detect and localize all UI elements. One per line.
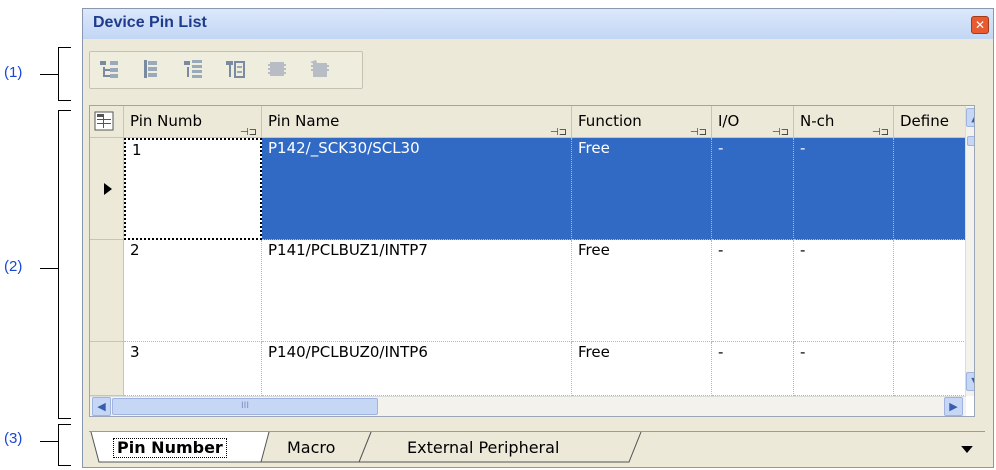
row-header[interactable] <box>90 138 124 240</box>
module-clear-icon <box>308 58 330 80</box>
column-header-function[interactable]: Function ⊣⊐ <box>572 106 712 138</box>
pin-icon[interactable]: ⊣⊐ <box>550 118 567 137</box>
toolbar-button-group <box>89 51 363 89</box>
horizontal-scrollbar[interactable]: ◀ III ▶ <box>90 396 966 416</box>
scroll-down-button[interactable]: ▼ <box>966 372 974 391</box>
callout-1-line <box>40 74 58 75</box>
column-header-label: N-ch <box>800 112 835 130</box>
table-cell-pin-name[interactable]: P142/_SCK30/SCL30 <box>262 138 572 240</box>
table-cell-define[interactable] <box>894 342 966 396</box>
table-cell-io[interactable]: - <box>712 240 794 342</box>
column-header-label: I/O <box>718 112 740 130</box>
table-cell-nch[interactable]: - <box>794 342 894 396</box>
dropdown-arrow-icon[interactable] <box>961 446 973 453</box>
column-header-nch[interactable]: N-ch ⊣⊐ <box>794 106 894 138</box>
horizontal-scroll-thumb[interactable]: III <box>112 398 378 415</box>
table-cell-define[interactable] <box>894 240 966 342</box>
scroll-left-button[interactable]: ◀ <box>92 397 111 416</box>
column-header-label: Function <box>578 112 642 130</box>
row-header[interactable] <box>90 240 124 342</box>
table-cell-pin-number[interactable]: 2 <box>124 240 262 342</box>
pin-icon[interactable]: ⊣⊐ <box>690 118 707 137</box>
row-header[interactable] <box>90 342 124 396</box>
table-cell-function[interactable]: Free <box>572 240 712 342</box>
column-header-label: Define <box>900 112 949 130</box>
table-cell-nch[interactable]: - <box>794 138 894 240</box>
tab-bar: Pin Number Macro External Peripheral <box>89 431 985 464</box>
vertical-scroll-thumb[interactable] <box>967 136 974 146</box>
callout-1-bracket <box>58 47 71 101</box>
callout-3-line <box>40 441 58 442</box>
callout-3-bracket <box>58 424 71 466</box>
callout-3: (3) <box>4 430 23 447</box>
tree-view-icon[interactable] <box>224 58 246 80</box>
table-cell-pin-number[interactable]: 3 <box>124 342 262 396</box>
pin-icon[interactable]: ⊣⊐ <box>772 118 789 137</box>
vertical-scrollbar[interactable]: ▲ ▼ <box>965 106 974 396</box>
column-header-pin-name[interactable]: Pin Name ⊣⊐ <box>262 106 572 138</box>
pin-icon[interactable]: ⊣⊐ <box>240 118 257 137</box>
device-pin-list-window: Device Pin List ✕ Pin Numb ⊣⊐ Pin Name ⊣… <box>82 8 994 468</box>
tab-pin-number[interactable]: Pin Number <box>113 438 227 458</box>
column-header-label: Pin Name <box>268 112 340 130</box>
callout-2-line <box>40 268 58 269</box>
column-header-pin-number[interactable]: Pin Numb ⊣⊐ <box>124 106 262 138</box>
table-cell-pin-number[interactable]: 1 <box>124 138 262 240</box>
column-header-define[interactable]: Define <box>894 106 966 138</box>
module-set-icon <box>266 58 288 80</box>
scroll-up-button[interactable]: ▲ <box>966 108 974 127</box>
close-icon[interactable]: ✕ <box>971 16 989 34</box>
grid-settings-icon <box>94 111 114 131</box>
table-cell-function[interactable]: Free <box>572 342 712 396</box>
table-cell-pin-name[interactable]: P141/PCLBUZ1/INTP7 <box>262 240 572 342</box>
grid-corner-button[interactable] <box>90 106 124 138</box>
scroll-grip: III <box>241 401 249 411</box>
table-cell-io[interactable]: - <box>712 342 794 396</box>
title-bar[interactable]: Device Pin List ✕ <box>83 9 993 39</box>
tree-collapse-icon[interactable] <box>140 58 162 80</box>
callout-2: (2) <box>4 258 23 275</box>
tab-macro[interactable]: Macro <box>287 438 335 457</box>
column-header-io[interactable]: I/O ⊣⊐ <box>712 106 794 138</box>
callout-2-bracket <box>58 110 71 419</box>
tree-sort-icon[interactable] <box>182 58 204 80</box>
callout-1: (1) <box>4 64 23 81</box>
pin-icon[interactable]: ⊣⊐ <box>872 118 889 137</box>
table-cell-function[interactable]: Free <box>572 138 712 240</box>
table-cell-nch[interactable]: - <box>794 240 894 342</box>
pin-table: Pin Numb ⊣⊐ Pin Name ⊣⊐ Function ⊣⊐ I/O ⊣⊐ N… <box>89 105 975 417</box>
table-cell-define[interactable] <box>894 138 966 240</box>
tab-external-peripheral[interactable]: External Peripheral <box>407 438 559 457</box>
table-cell-pin-name[interactable]: P140/PCLBUZ0/INTP6 <box>262 342 572 396</box>
window-title: Device Pin List <box>93 14 207 31</box>
table-cell-io[interactable]: - <box>712 138 794 240</box>
column-header-label: Pin Numb <box>130 112 203 130</box>
current-row-arrow-icon <box>104 183 112 195</box>
tree-expand-icon[interactable] <box>98 58 120 80</box>
toolbar <box>83 39 993 97</box>
scroll-right-button[interactable]: ▶ <box>944 397 963 416</box>
